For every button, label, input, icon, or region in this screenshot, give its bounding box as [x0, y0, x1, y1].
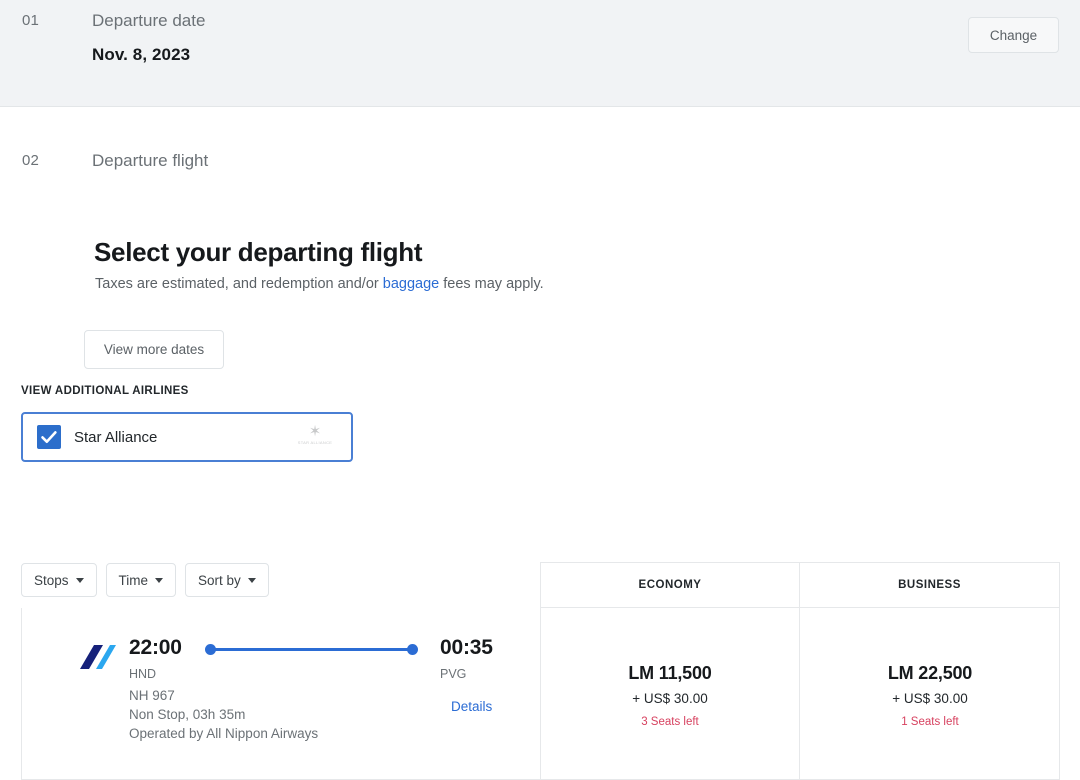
page-title: Select your departing flight — [94, 237, 423, 268]
fare-option-business[interactable]: LM 22,500 + US$ 30.00 1 Seats left — [800, 608, 1060, 778]
taxes-disclaimer-text-after: fees may apply. — [439, 275, 544, 292]
step-label-departure-flight: Departure flight — [92, 151, 209, 170]
star-alliance-logo-icon: ✶ STAR ALLIANCE — [293, 424, 337, 454]
baggage-link[interactable]: baggage — [383, 276, 439, 292]
change-date-button[interactable]: Change — [968, 17, 1059, 53]
step-number-01: 01 — [22, 12, 40, 29]
arrival-time: 00:35 — [440, 636, 493, 659]
chevron-down-icon — [155, 577, 164, 583]
business-miles-price: LM 22,500 — [887, 663, 973, 683]
fare-option-economy[interactable]: LM 11,500 + US$ 30.00 3 Seats left — [541, 608, 799, 778]
ana-airline-logo-icon — [70, 639, 118, 675]
flight-meta: NH 967 Non Stop, 03h 35m Operated by All… — [129, 686, 318, 743]
star-alliance-logo-wordmark: STAR ALLIANCE — [297, 440, 333, 445]
flight-row: 22:00 HND 00:35 PVG NH 967 Non Stop, 03h… — [21, 608, 1060, 780]
path-line — [211, 648, 412, 651]
view-additional-airlines-label: VIEW ADDITIONAL AIRLINES — [21, 385, 189, 397]
departure-time: 22:00 — [129, 636, 182, 659]
column-header-economy: ECONOMY — [540, 562, 800, 608]
business-seats-left: 1 Seats left — [901, 716, 959, 728]
step-departure-date: 01 Departure date Nov. 8, 2023 Change — [0, 0, 1080, 107]
star-icon: ✶ — [308, 423, 322, 440]
economy-tax-amount: + US$ 30.00 — [632, 691, 708, 706]
filter-stops-dropdown[interactable]: Stops — [21, 563, 97, 597]
flight-number: NH 967 — [129, 688, 175, 703]
arrival-airport-code: PVG — [440, 667, 467, 681]
chevron-down-icon — [247, 577, 256, 583]
taxes-disclaimer: Taxes are estimated, and redemption and/… — [95, 276, 544, 292]
departure-date-value: Nov. 8, 2023 — [92, 45, 191, 64]
flight-details-link[interactable]: Details — [451, 699, 492, 714]
star-alliance-checkbox-card[interactable]: Star Alliance ✶ STAR ALLIANCE — [21, 412, 353, 462]
economy-seats-left: 3 Seats left — [641, 716, 699, 728]
column-header-business: BUSINESS — [799, 562, 1060, 608]
taxes-disclaimer-text-before: Taxes are estimated, and redemption and/… — [95, 275, 383, 292]
filter-time-label: Time — [118, 572, 149, 588]
view-more-dates-button[interactable]: View more dates — [84, 330, 224, 369]
chevron-down-icon — [75, 577, 84, 583]
departure-airport-code: HND — [129, 667, 157, 681]
filter-toolbar: Stops Time Sort by — [21, 563, 269, 597]
destination-dot-icon — [407, 644, 418, 655]
business-tax-amount: + US$ 30.00 — [892, 691, 968, 706]
filter-sort-by-label: Sort by — [198, 572, 241, 588]
flight-path-graphic — [205, 644, 418, 656]
filter-time-dropdown[interactable]: Time — [105, 563, 177, 597]
step-label-departure-date: Departure date — [92, 11, 206, 30]
stops-and-duration: Non Stop, 03h 35m — [129, 707, 246, 722]
operated-by: Operated by All Nippon Airways — [129, 726, 319, 741]
checkbox-checked-icon[interactable] — [37, 425, 61, 449]
step-number-02: 02 — [22, 152, 40, 169]
filter-stops-label: Stops — [34, 572, 69, 588]
star-alliance-label: Star Alliance — [74, 429, 158, 446]
economy-miles-price: LM 11,500 — [628, 663, 712, 683]
filter-sort-by-dropdown[interactable]: Sort by — [185, 563, 269, 597]
